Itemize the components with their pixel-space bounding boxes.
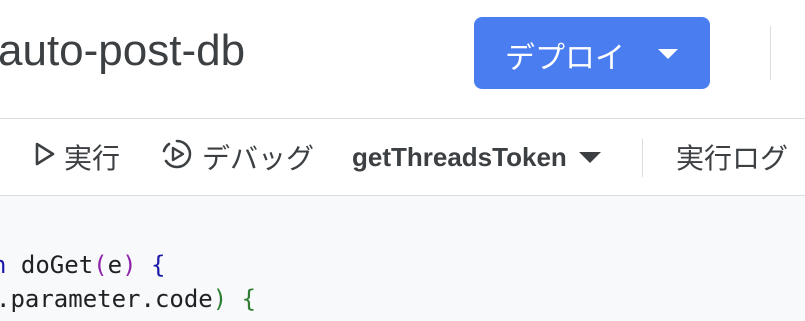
editor-toolbar: 実行 デバッグ getThreadsToken 実行ログ [0, 119, 805, 196]
execution-log-label: 実行ログ [676, 143, 789, 174]
project-header: auto-post-db デプロイ [0, 0, 805, 119]
function-select-value: getThreadsToken [352, 141, 567, 172]
debug-button[interactable]: デバッグ [160, 119, 314, 195]
play-icon [34, 141, 56, 173]
caret-down-icon [578, 151, 601, 163]
run-button[interactable]: 実行 [34, 119, 120, 195]
header-divider [770, 26, 771, 80]
code-token-paren: ) [122, 251, 137, 279]
project-title[interactable]: auto-post-db [0, 26, 245, 76]
code-token-brace: { [227, 285, 257, 313]
code-line: .parameter.code) { [0, 285, 256, 313]
run-button-label: 実行 [64, 143, 121, 174]
debug-button-label: デバッグ [202, 143, 315, 174]
code-editor[interactable]: n doGet(e) { .parameter.code) { [0, 196, 805, 321]
code-token-paren: ( [93, 251, 108, 279]
code-token-param: e [107, 251, 123, 279]
execution-log-button[interactable]: 実行ログ [676, 119, 788, 195]
code-token-brace: { [136, 251, 166, 279]
code-token-paren: ) [212, 285, 228, 313]
toolbar-divider [642, 139, 643, 177]
function-select[interactable]: getThreadsToken [352, 119, 601, 195]
chevron-down-icon [658, 49, 678, 59]
debug-icon [160, 137, 194, 178]
deploy-button-label: デプロイ [505, 42, 625, 75]
code-line: n doGet(e) { [0, 251, 165, 279]
code-token-function-name: doGet [6, 251, 94, 279]
code-token-expression: .parameter.code [0, 285, 213, 313]
deploy-button[interactable]: デプロイ [474, 17, 710, 89]
